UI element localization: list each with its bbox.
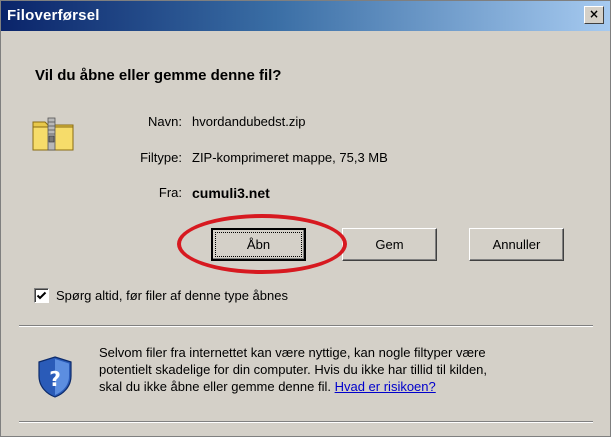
- always-ask-checkbox[interactable]: [34, 288, 49, 303]
- dialog-question: Vil du åbne eller gemme denne fil?: [35, 67, 282, 84]
- cancel-button[interactable]: Annuller: [469, 228, 564, 261]
- file-type-value: ZIP-komprimeret mappe, 75,3 MB: [192, 150, 388, 165]
- checkmark-icon: [36, 291, 47, 300]
- security-warning: Selvom filer fra internettet kan være ny…: [99, 344, 599, 395]
- file-name-label: Navn:: [148, 114, 182, 129]
- file-source-label: Fra:: [158, 185, 182, 200]
- warning-line-1: Selvom filer fra internettet kan være ny…: [99, 345, 486, 360]
- svg-text:?: ?: [49, 367, 61, 391]
- always-ask-label: Spørg altid, før filer af denne type åbn…: [56, 288, 288, 303]
- separator: [19, 325, 593, 327]
- title-bar[interactable]: Filoverførsel ×: [1, 1, 610, 31]
- save-button[interactable]: Gem: [342, 228, 437, 261]
- window-title: Filoverførsel: [7, 7, 100, 24]
- close-icon: ×: [588, 7, 600, 21]
- risk-info-link[interactable]: Hvad er risikoen?: [335, 379, 436, 394]
- separator: [19, 421, 593, 423]
- warning-line-3-text: skal du ikke åbne eller gemme denne fil.: [99, 379, 331, 394]
- warning-line-3: skal du ikke åbne eller gemme denne fil.…: [99, 378, 599, 395]
- file-type-label: Filtype:: [140, 150, 182, 165]
- warning-line-2: potentielt skadelige for din computer. H…: [99, 362, 488, 377]
- shield-question-icon: ?: [38, 356, 72, 398]
- open-button[interactable]: Åbn: [211, 228, 306, 261]
- file-source-value: cumuli3.net: [192, 185, 270, 201]
- close-button[interactable]: ×: [584, 6, 604, 24]
- file-download-dialog: Filoverførsel × Vil du åbne eller gemme …: [0, 0, 611, 437]
- file-name-value: hvordandubedst.zip: [192, 114, 306, 129]
- zip-folder-icon: [32, 117, 74, 151]
